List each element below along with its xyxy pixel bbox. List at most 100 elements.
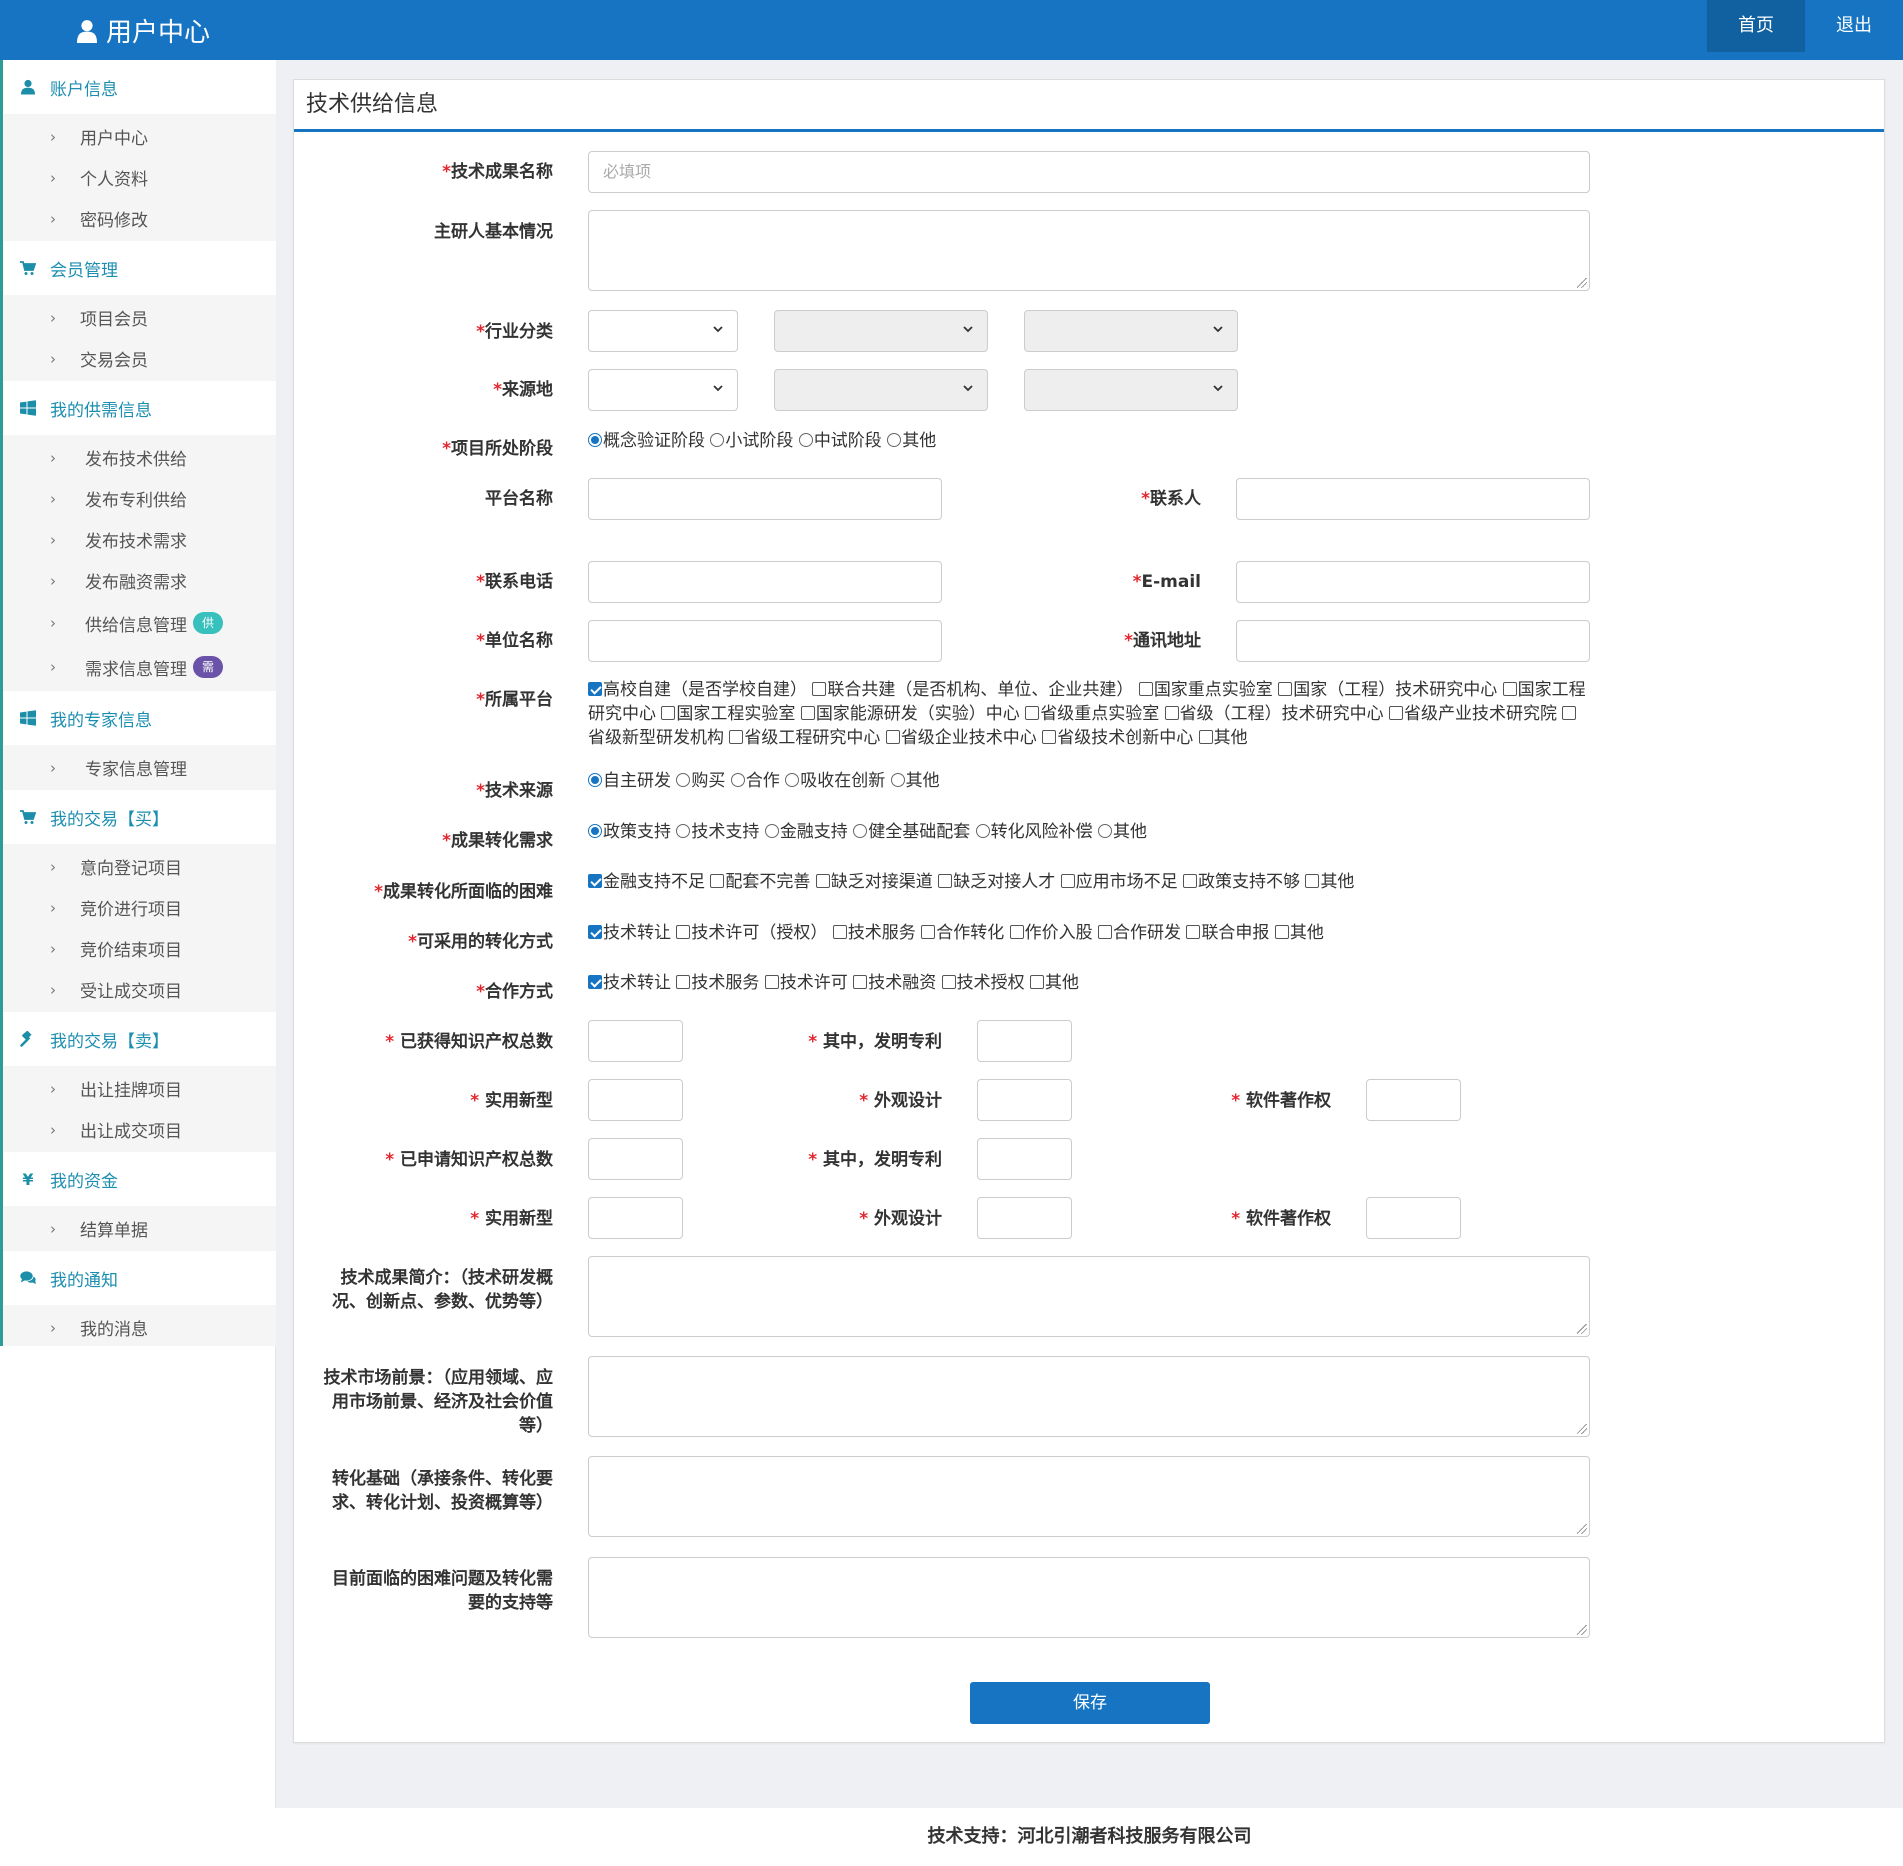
checkbox[interactable]: [1389, 706, 1404, 720]
sidebar-item[interactable]: › 供给信息管理供: [3, 601, 276, 645]
radio-button[interactable]: [975, 824, 990, 838]
intro-textarea[interactable]: [588, 1256, 1590, 1337]
checkbox[interactable]: [1183, 874, 1198, 888]
checkbox-option[interactable]: 省级产业技术研究院: [1389, 704, 1557, 724]
sidebar-item[interactable]: › 项目会员: [3, 297, 276, 338]
ip-applied-input[interactable]: [588, 1138, 683, 1180]
checkbox[interactable]: [729, 730, 744, 744]
checkbox-option[interactable]: 省级（工程）技术研究中心: [1164, 704, 1384, 724]
checkbox-option[interactable]: 技术服务: [676, 973, 759, 993]
checkbox-option[interactable]: 技术融资: [853, 973, 936, 993]
home-link[interactable]: 首页: [1707, 0, 1805, 52]
name-input[interactable]: 必填项: [588, 151, 1590, 193]
radio-button[interactable]: [1098, 824, 1113, 838]
checkbox-option[interactable]: 技术许可（授权）: [676, 923, 827, 943]
checkbox[interactable]: [1274, 925, 1289, 939]
sidebar-group[interactable]: 账户信息: [3, 60, 276, 114]
applied-software-input[interactable]: [1366, 1197, 1461, 1239]
sidebar-item[interactable]: › 发布技术供给: [3, 437, 276, 478]
checkbox[interactable]: [1164, 706, 1179, 720]
checkbox[interactable]: [588, 682, 602, 696]
radio-option[interactable]: 转化风险补偿: [975, 822, 1093, 842]
checkbox-option[interactable]: 国家能源研发（实验）中心: [800, 704, 1020, 724]
checkbox-option[interactable]: 金融支持不足: [588, 872, 705, 892]
checkbox-option[interactable]: 政策支持不够: [1183, 872, 1300, 892]
sidebar-item[interactable]: › 用户中心: [3, 116, 276, 157]
sidebar-item[interactable]: › 密码修改: [3, 198, 276, 239]
checkbox-option[interactable]: 作价入股: [1009, 923, 1093, 943]
obtained-utility-input[interactable]: [588, 1079, 683, 1121]
checkbox-option[interactable]: 配套不完善: [710, 872, 810, 892]
checkbox[interactable]: [921, 925, 936, 939]
checkbox[interactable]: [1562, 706, 1577, 720]
radio-button[interactable]: [588, 773, 602, 787]
checkbox-option[interactable]: 国家（工程）技术研究中心: [1278, 680, 1497, 700]
obtained-software-input[interactable]: [1366, 1079, 1461, 1121]
radio-option[interactable]: 自主研发: [588, 771, 671, 791]
checkbox[interactable]: [661, 706, 676, 720]
checkbox[interactable]: [1009, 925, 1024, 939]
logout-link[interactable]: 退出: [1805, 0, 1903, 52]
sidebar-group[interactable]: 会员管理: [3, 241, 276, 295]
checkbox-option[interactable]: 技术转让: [588, 973, 671, 993]
radio-option[interactable]: 吸收在创新: [785, 771, 885, 791]
sidebar-group[interactable]: 我的专家信息: [3, 691, 276, 745]
checkbox-option[interactable]: 技术服务: [832, 923, 916, 943]
checkbox[interactable]: [885, 730, 900, 744]
checkbox[interactable]: [938, 874, 953, 888]
checkbox[interactable]: [815, 874, 830, 888]
checkbox-option[interactable]: 省级工程研究中心: [729, 728, 880, 748]
sidebar-item[interactable]: › 发布融资需求: [3, 560, 276, 601]
radio-option[interactable]: 政策支持: [588, 822, 671, 842]
checkbox-option[interactable]: 合作研发: [1098, 923, 1181, 943]
checkbox-option[interactable]: 高校自建（是否学校自建）: [588, 680, 807, 700]
industry-select-1[interactable]: [588, 310, 738, 352]
checkbox[interactable]: [1060, 874, 1075, 888]
resize-grip-icon[interactable]: [1577, 1424, 1587, 1434]
researcher-textarea[interactable]: [588, 210, 1590, 291]
checkbox-option[interactable]: 省级技术创新中心: [1042, 728, 1193, 748]
checkbox-option[interactable]: 技术授权: [941, 973, 1025, 993]
save-button[interactable]: 保存: [970, 1682, 1210, 1724]
radio-option[interactable]: 其他: [890, 771, 940, 791]
resize-grip-icon[interactable]: [1577, 1524, 1587, 1534]
sidebar-item[interactable]: › 发布技术需求: [3, 519, 276, 560]
applied-utility-input[interactable]: [588, 1197, 683, 1239]
checkbox[interactable]: [1278, 682, 1293, 696]
checkbox-option[interactable]: 其他: [1305, 872, 1354, 892]
radio-button[interactable]: [730, 773, 745, 787]
checkbox[interactable]: [832, 925, 847, 939]
sidebar-group[interactable]: 我的通知: [3, 1251, 276, 1305]
sidebar-item[interactable]: › 意向登记项目: [3, 846, 276, 887]
checkbox-option[interactable]: 国家工程实验室: [661, 704, 795, 724]
checkbox[interactable]: [853, 975, 868, 989]
checkbox-option[interactable]: 国家重点实验室: [1138, 680, 1273, 700]
sidebar-item[interactable]: › 专家信息管理: [3, 747, 276, 788]
obtained-invention-input[interactable]: [977, 1020, 1072, 1062]
checkbox-option[interactable]: 其他: [1030, 973, 1079, 993]
checkbox[interactable]: [1098, 925, 1113, 939]
market-textarea[interactable]: [588, 1356, 1590, 1437]
radio-button[interactable]: [676, 773, 691, 787]
sidebar-item[interactable]: › 发布专利供给: [3, 478, 276, 519]
sidebar-item[interactable]: › 个人资料: [3, 157, 276, 198]
radio-option[interactable]: 其他: [887, 431, 936, 451]
radio-button[interactable]: [676, 824, 691, 838]
checkbox[interactable]: [812, 682, 827, 696]
checkbox[interactable]: [1305, 874, 1320, 888]
checkbox-option[interactable]: 其他: [1274, 923, 1324, 943]
sidebar-item[interactable]: › 竞价进行项目: [3, 887, 276, 928]
sidebar-item[interactable]: › 出让成交项目: [3, 1109, 276, 1150]
radio-option[interactable]: 小试阶段: [710, 431, 793, 451]
applied-invention-input[interactable]: [977, 1138, 1072, 1180]
basis-textarea[interactable]: [588, 1456, 1590, 1537]
checkbox[interactable]: [710, 874, 725, 888]
address-input[interactable]: [1236, 620, 1590, 662]
sidebar-group[interactable]: ¥ 我的资金: [3, 1152, 276, 1206]
sidebar-item[interactable]: › 需求信息管理需: [3, 645, 276, 689]
checkbox[interactable]: [1042, 730, 1057, 744]
sidebar-group[interactable]: 我的供需信息: [3, 381, 276, 435]
email-input[interactable]: [1236, 561, 1590, 603]
checkbox[interactable]: [676, 975, 691, 989]
sidebar-item[interactable]: › 出让挂牌项目: [3, 1068, 276, 1109]
